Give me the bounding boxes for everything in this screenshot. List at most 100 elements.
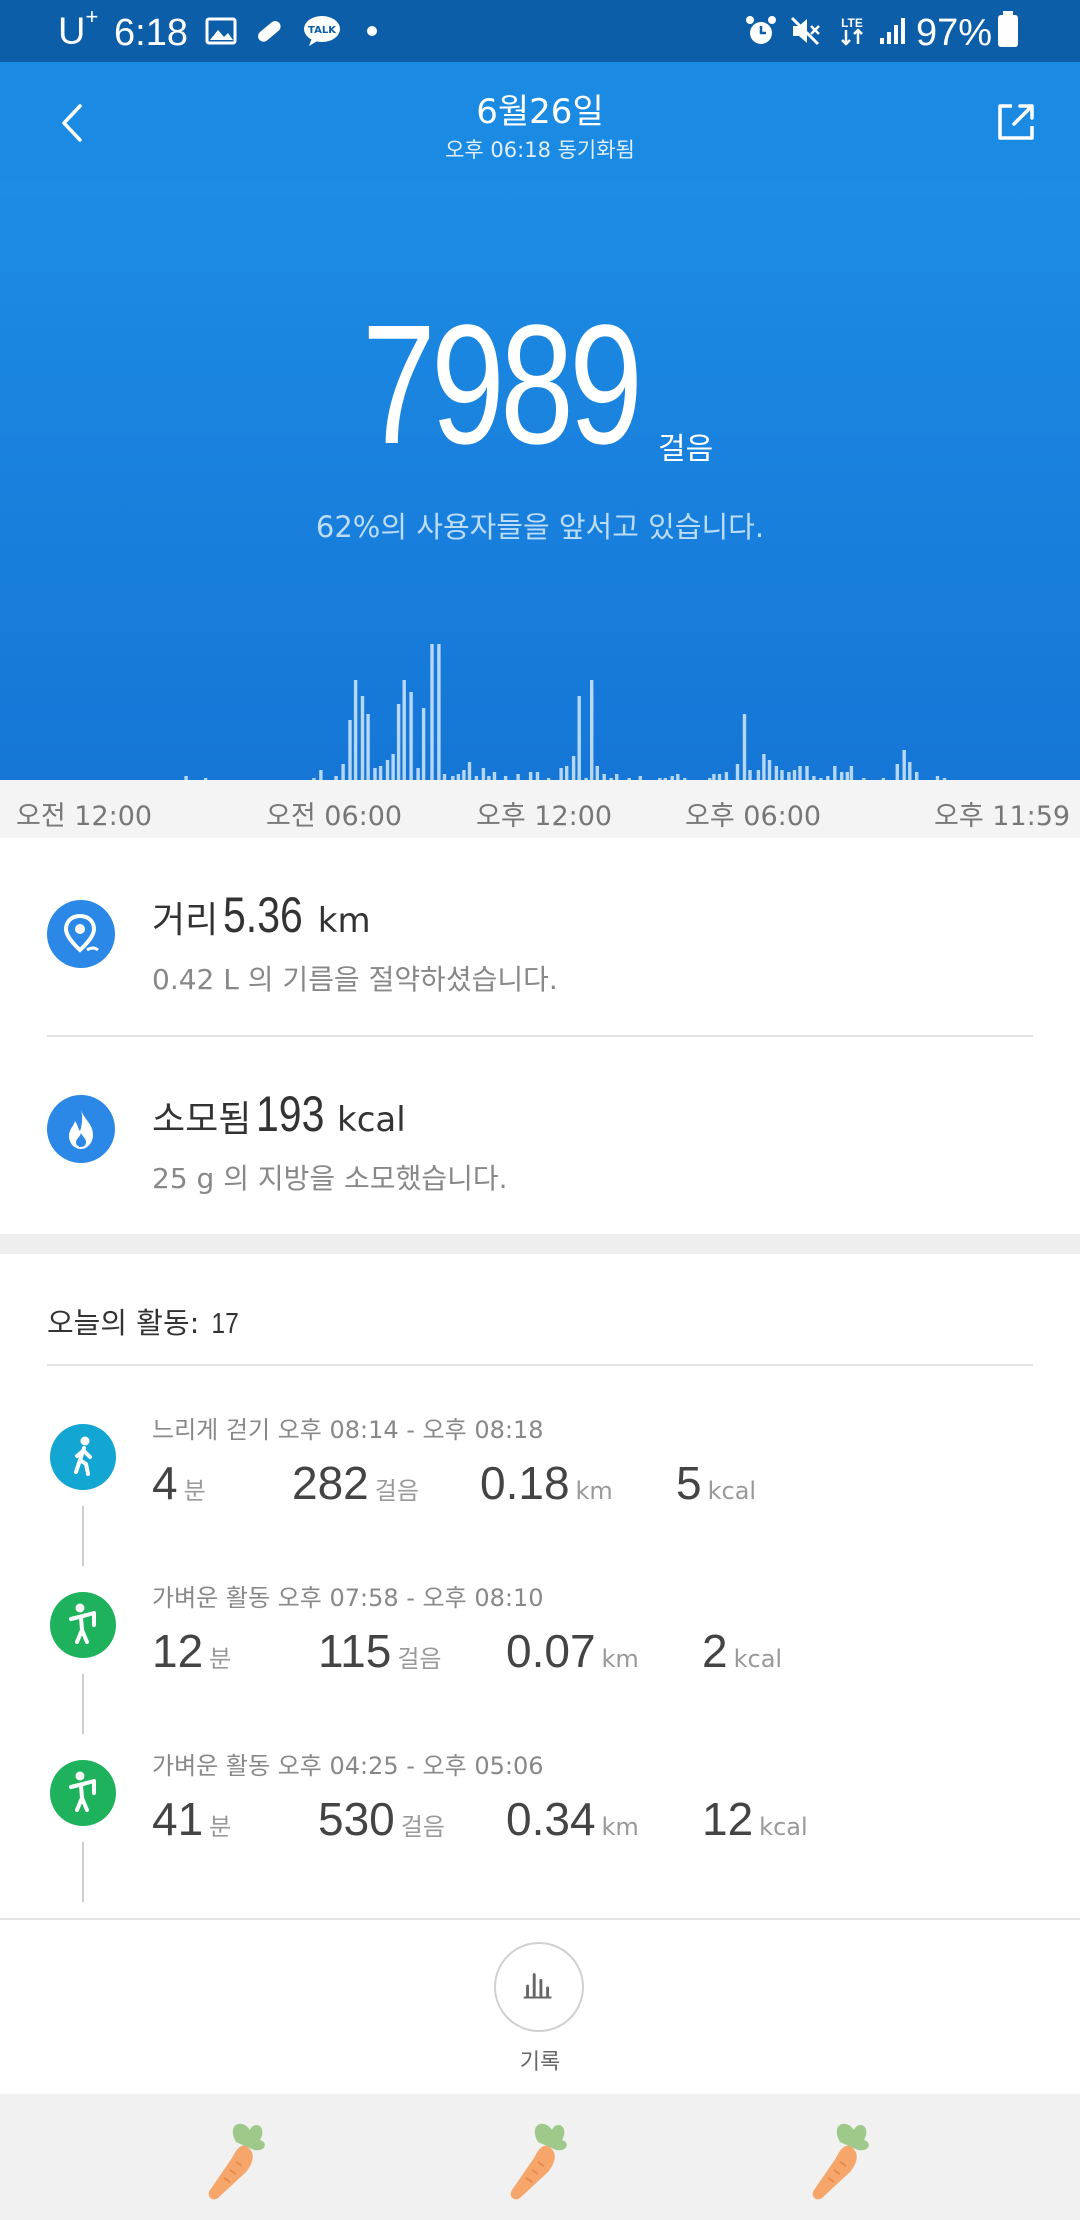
location-pin-icon — [47, 900, 115, 968]
calories-card[interactable]: 소모됨 193 kcal 25 g 의 지방을 소모했습니다. — [0, 1037, 1080, 1235]
chart-bar — [437, 644, 441, 780]
minutes-unit: 분 — [209, 1813, 232, 1841]
distance-value: 5.36 — [223, 887, 304, 943]
chart-bar — [378, 766, 383, 780]
battery-percent: 97% — [915, 12, 992, 54]
activity-title: 느리게 걷기 오후 08:14 - 오후 08:18 — [152, 1416, 544, 1444]
chart-bar — [571, 756, 576, 780]
chart-bar — [742, 714, 747, 780]
pill-icon — [258, 21, 281, 42]
chart-bar — [833, 766, 837, 780]
chart-bar — [577, 696, 581, 780]
lte-icon: LTE — [841, 16, 863, 46]
activities-count: 17 — [211, 1308, 239, 1340]
chart-bar — [908, 762, 912, 780]
chart-bar — [391, 754, 395, 780]
distance-unit: km — [317, 901, 371, 941]
chart-bar — [780, 770, 784, 780]
axis-label-noon: 오후 12:00 — [476, 801, 613, 832]
talk-icon: TALK — [304, 16, 340, 46]
chart-bar — [385, 760, 390, 780]
chart-bar — [787, 772, 791, 780]
axis-label-start: 오전 12:00 — [16, 801, 153, 832]
record-button[interactable] — [494, 1942, 584, 2032]
activity-distance: 0.07 — [506, 1625, 596, 1677]
distance-unit: km — [575, 1477, 613, 1505]
activity-item[interactable]: 가벼운 활동 오후 07:58 - 오후 08:10 12 분 115 걸음 0.0… — [0, 1574, 1080, 1742]
chart-bar — [430, 644, 434, 780]
activity-steps: 282 — [292, 1457, 369, 1509]
fuel-saved-text: 0.42 L 의 기름을 절약하셨습니다. — [152, 963, 558, 996]
chart-bar — [366, 714, 370, 780]
svg-text:LTE: LTE — [841, 16, 863, 30]
chart-bar — [373, 768, 377, 780]
app-bar: 6월26일 오후 06:18 동기화됨 — [0, 62, 1080, 180]
step-count: 7989 — [362, 290, 643, 480]
carrot-icon — [812, 2123, 869, 2200]
minutes-unit: 분 — [183, 1477, 206, 1505]
chart-bar — [467, 762, 472, 780]
chart-bar — [319, 770, 323, 780]
bottom-divider — [0, 1918, 1080, 1920]
battery-icon — [998, 11, 1018, 47]
calories-unit: kcal — [733, 1645, 783, 1673]
activities-divider — [47, 1364, 1033, 1366]
chart-bar — [902, 750, 906, 780]
chart-bar — [565, 766, 569, 780]
chart-bar — [590, 680, 594, 780]
chart-bar — [595, 766, 599, 780]
chart-bar — [767, 760, 772, 780]
share-icon[interactable] — [994, 100, 1038, 144]
activity-steps: 115 — [318, 1625, 392, 1677]
chart-bar — [481, 768, 486, 780]
percentile-text: 62%의 사용자들을 앞서고 있습니다. — [315, 510, 765, 544]
chart-bar — [396, 704, 401, 780]
chart-bar — [360, 696, 365, 780]
chart-bar — [915, 772, 919, 780]
chart-bar — [462, 770, 466, 780]
activities-header: 오늘의 활동: 17 — [47, 1300, 241, 1342]
chart-bar — [421, 708, 426, 780]
activity-minutes: 41 — [152, 1793, 204, 1845]
steps-unit: 걸음 — [397, 1645, 442, 1673]
calories-unit: kcal — [759, 1813, 808, 1841]
timeline-connector — [82, 1842, 84, 1902]
calories-unit: kcal — [337, 1100, 406, 1140]
activity-item[interactable]: 가벼운 활동 오후 04:25 - 오후 05:06 41 분 530 걸음 0.3… — [0, 1742, 1080, 1910]
chart-bar — [845, 772, 849, 780]
activity-minutes: 12 — [152, 1625, 204, 1677]
axis-label-end: 오후 11:59 — [934, 801, 1071, 832]
steps-summary: 7989 걸음 62%의 사용자들을 앞서고 있습니다. — [0, 180, 1080, 780]
light-activity-person-icon — [50, 1592, 116, 1658]
activity-title: 가벼운 활동 오후 04:25 - 오후 05:06 — [152, 1752, 544, 1780]
calories-value: 193 — [256, 1086, 325, 1142]
activity-title: 가벼운 활동 오후 07:58 - 오후 08:10 — [152, 1584, 544, 1612]
activity-item[interactable]: 느리게 걷기 오후 08:14 - 오후 08:18 4분 282 걸음 0.18… — [0, 1406, 1080, 1574]
record-label: 기록 — [519, 2050, 561, 2075]
calories-label: 소모됨 — [152, 1099, 252, 1140]
distance-label: 거리 — [152, 900, 219, 941]
chart-bar — [559, 768, 563, 780]
chart-bar — [492, 772, 497, 780]
activity-minutes: 4 — [152, 1457, 178, 1509]
distance-unit: km — [601, 1813, 639, 1841]
chart-bar — [748, 770, 752, 780]
section-gap — [0, 1234, 1080, 1254]
chart-bar — [416, 768, 420, 780]
distance-unit: km — [601, 1645, 639, 1673]
mute-icon — [790, 16, 820, 46]
carrot-icon — [208, 2123, 265, 2200]
chart-bar — [762, 754, 766, 780]
sync-status: 오후 06:18 동기화됨 — [445, 138, 635, 162]
distance-card[interactable]: 거리 5.36 km 0.42 L 의 기름을 절약하셨습니다. — [0, 838, 1080, 1036]
axis-label-evening: 오후 06:00 — [685, 801, 822, 832]
axis-label-morning: 오전 06:00 — [266, 801, 403, 832]
chart-bar — [409, 692, 413, 780]
chart-bar — [735, 764, 740, 780]
activity-steps: 530 — [318, 1793, 395, 1845]
chart-bar — [341, 764, 345, 780]
activities-label: 오늘의 활동: — [47, 1306, 200, 1340]
chart-bar — [840, 772, 844, 780]
chart-bar — [724, 772, 729, 780]
chart-bar — [895, 764, 899, 780]
